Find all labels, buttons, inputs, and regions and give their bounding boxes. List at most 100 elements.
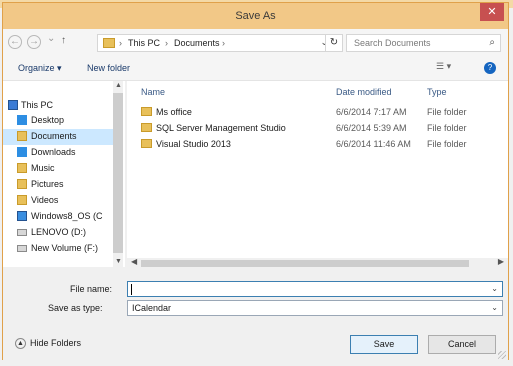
- help-icon[interactable]: ?: [484, 62, 496, 74]
- file-type: File folder: [427, 123, 467, 133]
- column-header-name[interactable]: Name: [141, 87, 165, 97]
- breadcrumb-separator[interactable]: ›: [222, 38, 225, 48]
- file-row[interactable]: SQL Server Management Studio 6/6/2014 5:…: [127, 122, 497, 136]
- forward-arrow-icon: →: [29, 36, 39, 47]
- save-as-type-value: ICalendar: [132, 303, 172, 313]
- chevron-down-icon: ⌄: [491, 303, 498, 312]
- sidebar-item-label: LENOVO (D:): [31, 227, 87, 237]
- resize-grip[interactable]: [498, 351, 506, 359]
- new-folder-button[interactable]: New folder: [87, 63, 130, 73]
- search-icon[interactable]: ⌕: [489, 37, 495, 48]
- breadcrumb-separator[interactable]: ›: [165, 38, 168, 48]
- address-box[interactable]: › This PC › Documents › ⌄: [97, 34, 333, 52]
- folder-icon: [141, 139, 152, 148]
- address-bar-row: ← → ⌄ ↑ › This PC › Documents › ⌄ ↻ Sear…: [3, 29, 508, 57]
- drive-icon: [17, 211, 27, 221]
- sidebar-item-label: Documents: [31, 131, 77, 141]
- navigation-pane: This PC Desktop Documents Downloads Musi…: [3, 81, 125, 267]
- hide-folders-label: Hide Folders: [30, 338, 82, 348]
- file-date: 6/6/2014 7:17 AM: [336, 107, 407, 117]
- file-date: 6/6/2014 5:39 AM: [336, 123, 407, 133]
- sidebar-item-label: Downloads: [31, 147, 76, 157]
- desktop-icon: [17, 115, 27, 125]
- breadcrumb-separator[interactable]: ›: [119, 38, 122, 48]
- downloads-icon: [17, 147, 27, 157]
- horizontal-scroll-thumb[interactable]: [141, 260, 469, 267]
- up-button[interactable]: ↑: [61, 35, 66, 46]
- chevron-down-icon: ⌄: [47, 33, 56, 44]
- breadcrumb-this-pc[interactable]: This PC: [128, 38, 160, 48]
- file-name-label: File name:: [70, 284, 113, 294]
- file-type: File folder: [427, 107, 467, 117]
- chevron-down-icon[interactable]: ⌄: [491, 284, 498, 293]
- pictures-icon: [17, 179, 27, 189]
- up-arrow-icon: ↑: [61, 35, 66, 46]
- organize-button[interactable]: Organize ▾: [18, 63, 62, 74]
- file-list-pane: Name Date modified Type Ms office 6/6/20…: [127, 81, 508, 268]
- sidebar-item-videos[interactable]: Videos: [3, 193, 119, 209]
- sidebar-item-new-volume[interactable]: New Volume (F:): [3, 241, 119, 257]
- change-view-button[interactable]: ☰ ▾: [436, 61, 464, 77]
- scroll-down-icon[interactable]: ▼: [115, 258, 122, 265]
- dialog-title: Save As: [235, 10, 276, 22]
- close-button[interactable]: ✕: [480, 3, 504, 21]
- save-button[interactable]: Save: [350, 335, 418, 354]
- folder-icon: [103, 38, 115, 48]
- back-button[interactable]: ←: [8, 35, 22, 49]
- sidebar-item-this-pc[interactable]: This PC: [3, 98, 119, 114]
- scroll-right-icon[interactable]: ▶: [498, 257, 504, 266]
- sidebar-item-windows8-os[interactable]: Windows8_OS (C: [3, 209, 119, 225]
- scroll-left-icon[interactable]: ◀: [131, 257, 137, 266]
- file-row[interactable]: Visual Studio 2013 6/6/2014 11:46 AM Fil…: [127, 138, 497, 152]
- file-name: Visual Studio 2013: [156, 139, 231, 149]
- text-caret: [131, 284, 132, 295]
- sidebar-item-music[interactable]: Music: [3, 161, 119, 177]
- sidebar-item-label: New Volume (F:): [31, 243, 99, 253]
- cancel-button[interactable]: Cancel: [428, 335, 496, 354]
- column-header-type[interactable]: Type: [427, 87, 447, 97]
- sidebar-item-label: Desktop: [31, 115, 65, 125]
- sidebar-item-desktop[interactable]: Desktop: [3, 113, 119, 129]
- recent-locations-dropdown[interactable]: ⌄: [47, 33, 55, 44]
- sidebar-item-label: Windows8_OS (C: [31, 211, 103, 221]
- save-as-type-select[interactable]: ICalendar ⌄: [127, 300, 503, 316]
- sidebar-item-label: This PC: [21, 100, 54, 110]
- sidebar-item-lenovo[interactable]: LENOVO (D:): [3, 225, 119, 241]
- breadcrumb-documents[interactable]: Documents: [174, 38, 220, 48]
- computer-icon: [8, 100, 18, 110]
- file-row[interactable]: Ms office 6/6/2014 7:17 AM File folder: [127, 106, 497, 120]
- videos-icon: [17, 195, 27, 205]
- file-name: Ms office: [156, 107, 192, 117]
- title-bar: Save As ✕: [3, 3, 508, 29]
- search-placeholder: Search Documents: [354, 38, 431, 48]
- file-name-field[interactable]: ⌄: [127, 281, 503, 297]
- file-type: File folder: [427, 139, 467, 149]
- refresh-button[interactable]: ↻: [325, 34, 343, 52]
- file-name: SQL Server Management Studio: [156, 123, 286, 133]
- music-icon: [17, 163, 27, 173]
- forward-button[interactable]: →: [27, 35, 41, 49]
- sidebar-item-label: Videos: [31, 195, 59, 205]
- chevron-up-icon: ▲: [15, 338, 26, 350]
- sidebar-item-pictures[interactable]: Pictures: [3, 177, 119, 193]
- documents-icon: [17, 131, 27, 141]
- sidebar-item-documents[interactable]: Documents: [3, 129, 119, 145]
- hide-folders-button[interactable]: ▲ Hide Folders: [15, 338, 81, 352]
- search-input[interactable]: Search Documents ⌕: [346, 34, 501, 52]
- folder-icon: [141, 107, 152, 116]
- sidebar-item-label: Music: [31, 163, 55, 173]
- folder-icon: [141, 123, 152, 132]
- column-header-date[interactable]: Date modified: [336, 87, 392, 97]
- scroll-up-icon[interactable]: ▲: [115, 82, 122, 89]
- command-toolbar: Organize ▾ New folder ☰ ▾ ?: [3, 57, 508, 81]
- drive-icon: [17, 245, 27, 252]
- sidebar-scroll-thumb[interactable]: [113, 93, 123, 253]
- file-date: 6/6/2014 11:46 AM: [336, 139, 411, 149]
- save-as-type-label: Save as type:: [48, 303, 103, 313]
- back-arrow-icon: ←: [10, 36, 20, 47]
- sidebar-item-downloads[interactable]: Downloads: [3, 145, 119, 161]
- sidebar-item-label: Pictures: [31, 179, 64, 189]
- drive-icon: [17, 229, 27, 236]
- refresh-icon: ↻: [329, 37, 339, 48]
- save-options: File name: ⌄ Save as type: ICalendar ⌄ ▲…: [3, 267, 508, 361]
